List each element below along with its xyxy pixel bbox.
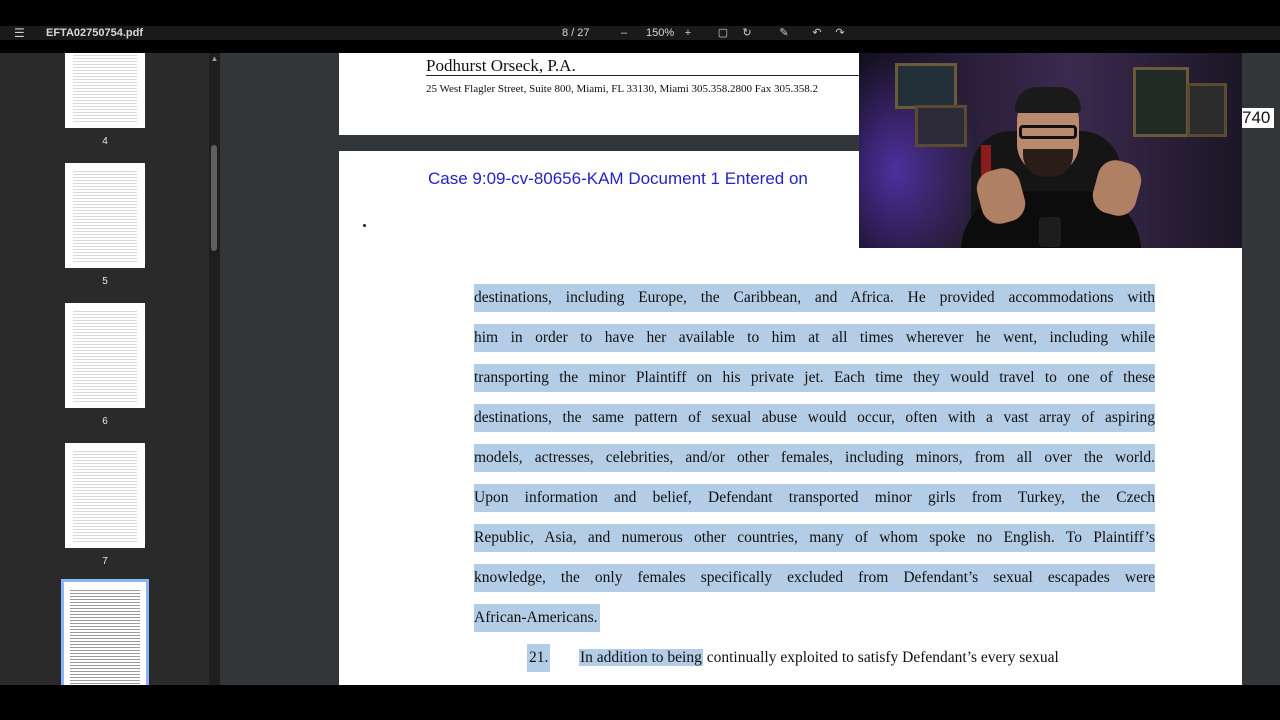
thumbnail-page-4[interactable] — [65, 53, 145, 128]
document-line[interactable]: In addition to being continually exploit… — [579, 644, 1150, 672]
document-line[interactable]: destinations, the same pattern of sexual… — [474, 404, 1155, 432]
zoom-in-icon[interactable]: + — [682, 27, 694, 39]
thumbnail-page-7[interactable] — [65, 443, 145, 548]
thumbnail-label: 4 — [102, 136, 108, 147]
document-line[interactable]: African-Americans. — [474, 604, 600, 632]
thumbnail-page-5[interactable] — [65, 163, 145, 268]
wall-frame — [1133, 67, 1189, 137]
thumbnail-page-6[interactable] — [65, 303, 145, 408]
page-mark — [363, 224, 366, 227]
case-header: Case 9:09-cv-80656-KAM Document 1 Entere… — [428, 169, 808, 188]
toolbar: ☰ EFTA02750754.pdf 8 / 27 – 150% + ▢ ↻ ✎… — [0, 0, 1280, 53]
page-side-text: 740 — [1242, 108, 1275, 128]
wall-frame — [895, 63, 957, 109]
thumbnail-label: 6 — [102, 416, 108, 427]
glasses-icon — [1019, 125, 1077, 139]
streamer-hair — [1015, 87, 1081, 113]
paragraph-number[interactable]: 21. — [527, 644, 551, 672]
highlighted-text[interactable]: In addition to being — [579, 649, 703, 666]
draw-icon[interactable]: ✎ — [778, 27, 790, 39]
firm-address: 25 West Flagler Street, Suite 800, Miami… — [426, 83, 819, 95]
menu-icon[interactable]: ☰ — [14, 27, 30, 39]
scroll-up-icon[interactable]: ▲ — [210, 55, 219, 63]
zoom-level[interactable]: 150% — [646, 26, 674, 40]
document-line[interactable]: destinations, including Europe, the Cari… — [474, 284, 1155, 312]
firm-name: Podhurst Orseck, P.A. — [426, 56, 576, 75]
wall-frame — [1187, 83, 1227, 137]
document-line[interactable]: him in order to have her available to hi… — [474, 324, 1155, 352]
undo-icon[interactable]: ↶ — [811, 27, 823, 39]
firm-rule — [426, 75, 866, 76]
microphone-icon — [1039, 217, 1061, 247]
toolbar-band — [0, 26, 1280, 40]
thumbnail-label: 7 — [102, 556, 108, 567]
document-line[interactable]: transporting the minor Plaintiff on his … — [474, 364, 1155, 392]
page-indicator[interactable]: 8 / 27 — [562, 26, 590, 40]
thumbnail-label: 5 — [102, 276, 108, 287]
wall-frame — [915, 105, 967, 147]
redo-icon[interactable]: ↷ — [834, 27, 846, 39]
zoom-out-icon[interactable]: – — [618, 27, 630, 39]
fit-page-icon[interactable]: ▢ — [717, 27, 729, 39]
document-line[interactable]: models, actresses, celebrities, and/or o… — [474, 444, 1155, 472]
line-text[interactable]: continually exploited to satisfy Defenda… — [703, 649, 1059, 666]
sidebar-scrollbar-thumb[interactable] — [211, 145, 217, 251]
document-line[interactable]: Republic, Asia, and numerous other count… — [474, 524, 1155, 552]
thumbnail-sidebar: 4 5 6 7 ▲ — [0, 53, 220, 685]
document-line[interactable]: knowledge, the only females specifically… — [474, 564, 1155, 592]
file-name: EFTA02750754.pdf — [46, 27, 144, 39]
rotate-icon[interactable]: ↻ — [741, 27, 753, 39]
webcam-overlay — [859, 53, 1242, 248]
active-thumbnail-frame — [61, 579, 149, 685]
document-line[interactable]: Upon information and belief, Defendant t… — [474, 484, 1155, 512]
